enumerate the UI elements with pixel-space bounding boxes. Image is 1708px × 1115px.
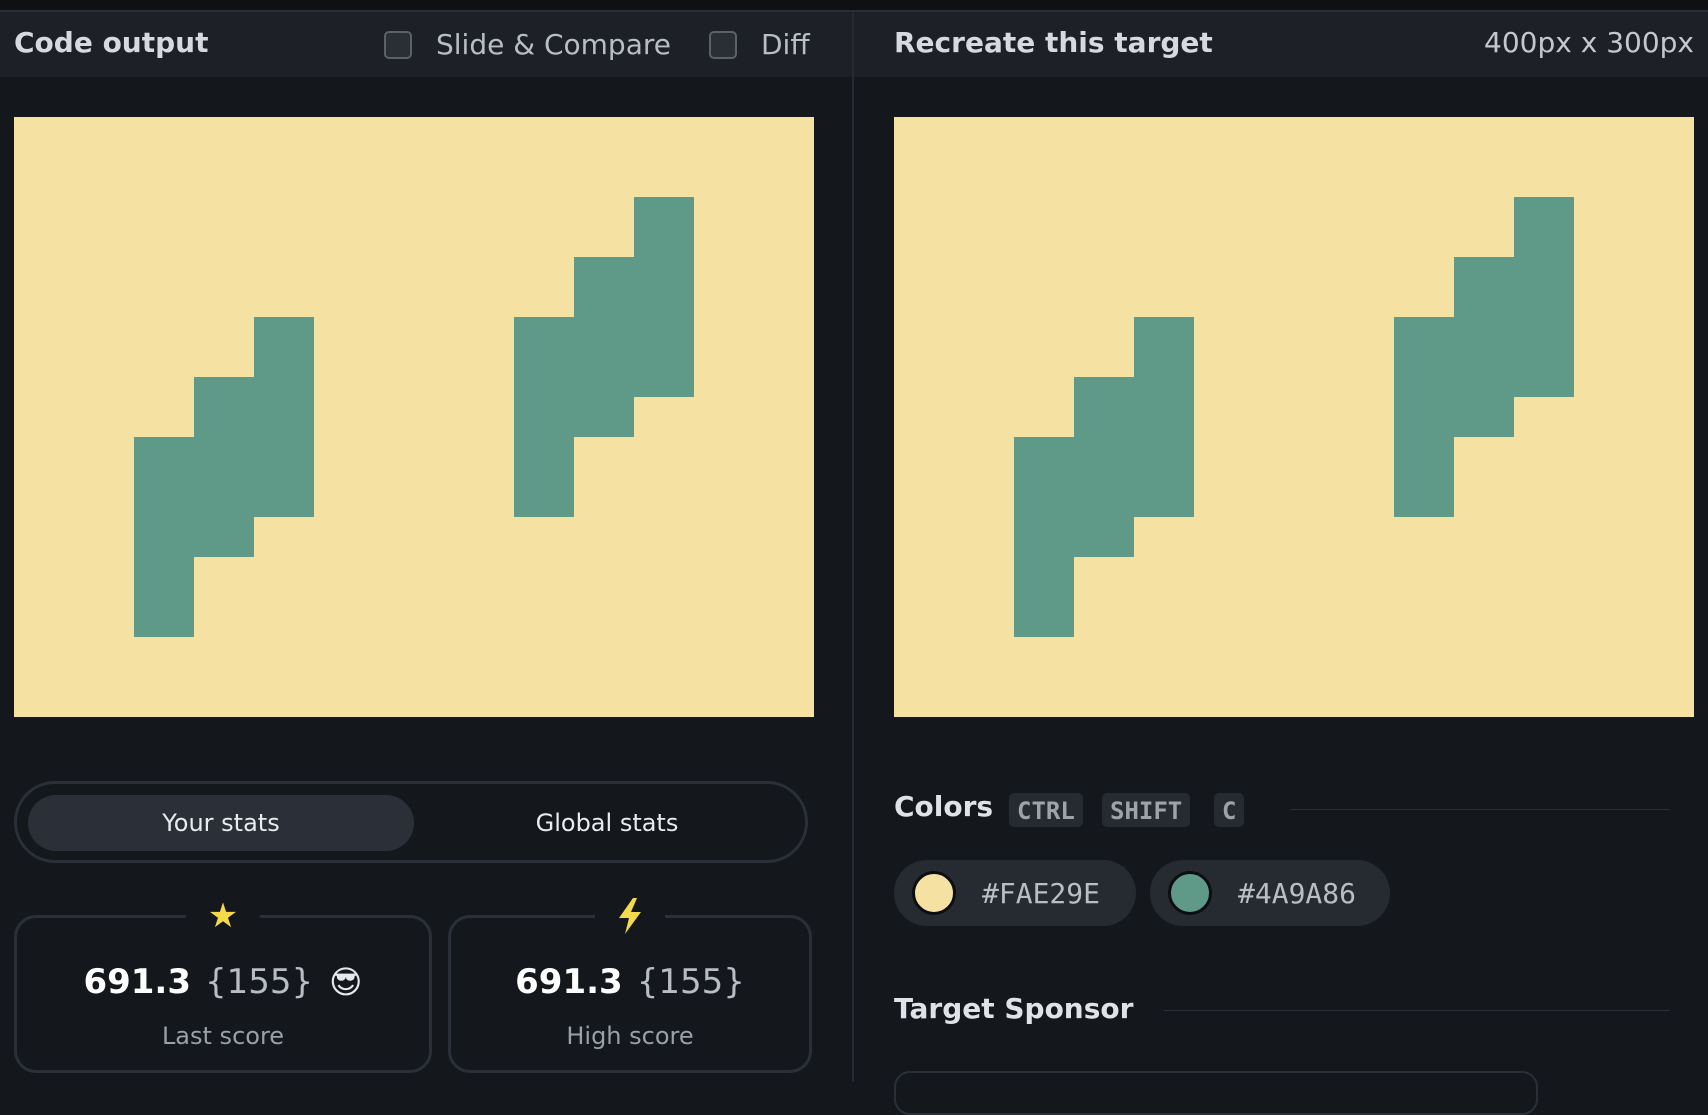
target-pane: Recreate this target 400px x 300px Color… <box>854 12 1708 1115</box>
shortcut-key-c: C <box>1214 793 1245 827</box>
last-score-card: ★ 691.3 {155} 😎 Last score <box>14 894 432 1073</box>
colors-title: Colors <box>894 790 994 823</box>
color-swatch-1[interactable]: #FAE29E <box>894 860 1136 926</box>
diff-label: Diff <box>761 28 810 61</box>
sponsor-box[interactable] <box>894 1071 1538 1115</box>
tab-your-stats[interactable]: Your stats <box>28 795 414 851</box>
target-header: Recreate this target 400px x 300px <box>854 12 1708 77</box>
color-hex-2: #4A9A86 <box>1238 876 1357 910</box>
target-canvas[interactable] <box>894 117 1694 717</box>
last-score-value: 691.3 <box>83 962 191 1002</box>
top-bar <box>0 0 1708 12</box>
tab-global-stats[interactable]: Global stats <box>417 795 797 851</box>
colors-divider <box>1290 809 1670 810</box>
sponsor-title: Target Sponsor <box>894 992 1134 1025</box>
color-swatch-2[interactable]: #4A9A86 <box>1150 860 1390 926</box>
target-render <box>894 117 1694 717</box>
last-score-count: {155} <box>205 962 314 1002</box>
code-output-header: Code output Slide & Compare Diff <box>0 12 852 77</box>
target-title: Recreate this target <box>894 26 1213 59</box>
stats-toggle: Your stats Global stats <box>14 781 808 863</box>
slide-compare-checkbox[interactable] <box>384 30 412 59</box>
output-render <box>14 117 814 717</box>
high-score-label: High score <box>566 1022 694 1050</box>
high-score-value: 691.3 <box>515 962 623 1002</box>
code-output-pane: Code output Slide & Compare Diff Your st… <box>0 12 852 1082</box>
slide-compare-label: Slide & Compare <box>436 28 671 61</box>
sunglasses-icon: 😎 <box>329 963 363 1001</box>
output-shape-right-base <box>514 317 574 517</box>
target-shape-left-base <box>1014 437 1074 637</box>
code-output-canvas[interactable] <box>14 117 814 717</box>
shortcut-key-shift: SHIFT <box>1102 793 1191 827</box>
target-shape-right-base <box>1394 317 1454 517</box>
output-shape-left-base <box>134 437 194 637</box>
diff-checkbox[interactable] <box>709 30 737 59</box>
color-dot-1 <box>912 871 956 915</box>
sponsor-divider <box>1164 1010 1670 1011</box>
high-score-count: {155} <box>636 962 745 1002</box>
target-dimensions: 400px x 300px <box>1484 26 1694 59</box>
color-hex-1: #FAE29E <box>982 876 1101 910</box>
last-score-label: Last score <box>161 1022 285 1050</box>
slide-compare-toggle[interactable]: Slide & Compare <box>384 28 671 61</box>
diff-toggle[interactable]: Diff <box>709 28 810 61</box>
star-icon: ★ <box>185 894 261 938</box>
high-score-card: 691.3 {155} High score <box>448 894 812 1073</box>
color-dot-2 <box>1168 871 1212 915</box>
code-output-title: Code output <box>14 26 209 59</box>
lightning-icon <box>595 894 665 934</box>
shortcut-key-ctrl: CTRL <box>1009 793 1083 827</box>
